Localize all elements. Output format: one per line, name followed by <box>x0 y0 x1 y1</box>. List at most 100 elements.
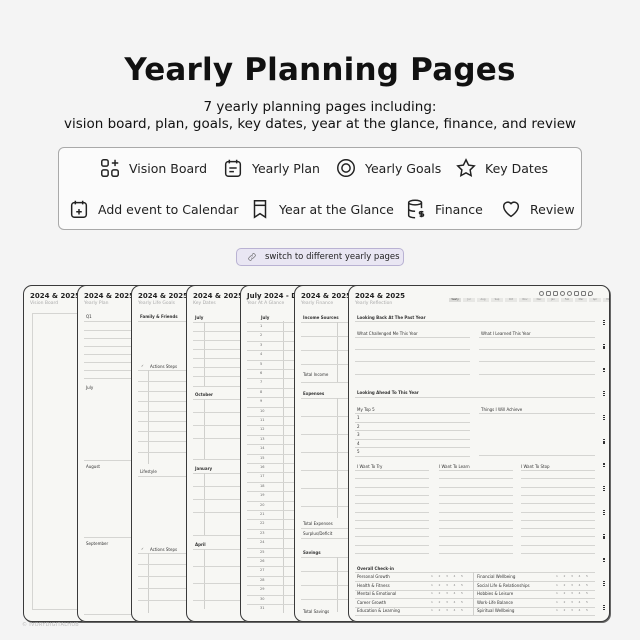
checkin-category: Mental & Emotional <box>357 591 397 596</box>
section-label: July <box>86 385 94 390</box>
tab-yearly[interactable]: Yearly <box>449 298 461 302</box>
divider <box>148 553 149 613</box>
top5-label: My Top 5 <box>357 407 375 412</box>
side-tab-marker[interactable] <box>603 462 606 468</box>
writing-line <box>521 519 595 521</box>
divider <box>301 350 351 351</box>
divider <box>138 588 188 589</box>
rating-option: 1 <box>431 608 433 612</box>
writing-line <box>355 503 429 505</box>
divider <box>138 431 188 432</box>
divider <box>193 386 243 387</box>
feature-label: Year at the Glance <box>279 201 394 217</box>
divider <box>301 416 351 417</box>
rating-option: 2 <box>438 582 441 587</box>
rating-option: 3 <box>571 608 573 612</box>
rating-option: 2 <box>563 582 566 587</box>
divider <box>301 557 351 558</box>
rating-option: 5 <box>461 608 463 612</box>
side-tab-marker[interactable] <box>603 533 606 539</box>
day-divider <box>247 547 297 549</box>
clock-icon[interactable] <box>567 291 572 296</box>
tab-apr[interactable]: Apr <box>589 298 601 302</box>
settings-icon[interactable] <box>553 291 558 296</box>
rating-option: 1 <box>556 574 558 578</box>
rating-option: 5 <box>586 599 588 604</box>
tab-nov[interactable]: Nov <box>519 298 531 302</box>
writing-line <box>521 494 595 496</box>
tab-feb[interactable]: Feb <box>561 298 573 302</box>
tab-jan[interactable]: Jan <box>547 298 559 302</box>
heart-icon[interactable] <box>588 291 593 296</box>
rating-option: 3 <box>446 608 448 612</box>
writing-line <box>355 349 470 350</box>
search-icon[interactable] <box>539 291 544 296</box>
tab-oct[interactable]: Oct <box>505 298 517 302</box>
side-tab-marker[interactable] <box>603 320 606 325</box>
surplus-label: Surplus/Deficit <box>303 531 333 536</box>
section-label: January <box>195 466 213 471</box>
divider <box>337 322 338 382</box>
day-number: 13 <box>260 436 265 441</box>
side-tab-marker[interactable] <box>603 415 606 420</box>
day-divider <box>247 453 297 455</box>
finance-icon[interactable] <box>581 291 586 296</box>
tab-sep[interactable]: Sep <box>491 298 503 302</box>
section-label: Q1 <box>86 314 92 319</box>
side-tab-marker[interactable] <box>603 510 606 515</box>
side-tab-marker[interactable] <box>603 367 606 373</box>
rating-option: 1 <box>556 608 558 612</box>
divider <box>138 553 188 554</box>
day-number: 19 <box>260 493 265 498</box>
side-tab-marker[interactable] <box>603 391 606 396</box>
note-icon[interactable] <box>574 291 579 296</box>
writing-line <box>355 337 470 338</box>
checkin-category: Hobbies & Leisure <box>477 591 514 596</box>
divider <box>355 572 595 573</box>
tab-dec[interactable]: Dec <box>533 298 545 302</box>
writing-line <box>521 511 595 513</box>
writing-line <box>439 478 513 480</box>
divider <box>84 346 134 347</box>
feature-label: Add event to Calendar <box>98 201 239 217</box>
tab-mar[interactable]: Mar <box>575 298 587 302</box>
subtitle-line-2: vision board, plan, goals, key dates, ye… <box>63 116 577 132</box>
calendar-icon[interactable] <box>546 291 551 296</box>
day-number: 17 <box>260 474 265 479</box>
divider <box>193 459 243 460</box>
divider <box>138 370 188 371</box>
divider <box>301 506 351 507</box>
rating-option: 1 <box>431 599 433 604</box>
side-tab-marker[interactable] <box>603 486 606 491</box>
tab-may[interactable]: May <box>603 298 609 302</box>
side-tab-marker[interactable] <box>603 605 606 610</box>
header-icons <box>539 291 593 296</box>
side-tab-marker[interactable] <box>603 343 606 349</box>
day-number: 4 <box>260 352 263 357</box>
total-income-label: Total Income <box>303 372 329 377</box>
side-tab-marker[interactable] <box>603 438 606 444</box>
writing-line <box>439 486 513 488</box>
switch-pages-button[interactable]: switch to different yearly pages <box>236 248 404 266</box>
side-tab-marker[interactable] <box>603 557 606 563</box>
tab-jul[interactable]: Jul <box>463 298 475 302</box>
page-yearly-reflection[interactable]: 2024 & 2025 Yearly Reflection Yearly Jul A… <box>348 285 610 622</box>
divider <box>138 452 188 453</box>
achieve-label: Things I Will Achieve <box>481 407 523 412</box>
target-icon[interactable] <box>560 291 565 296</box>
side-tab-marker[interactable] <box>603 581 606 586</box>
divider <box>84 537 134 538</box>
tab-aug[interactable]: Aug <box>477 298 489 302</box>
checkin-category: Health & Fitness <box>357 582 390 588</box>
rating-option: 4 <box>453 582 456 587</box>
section-label: Actions Steps <box>150 547 178 552</box>
rating-option: 2 <box>563 574 566 578</box>
day-number: 8 <box>260 389 263 394</box>
divider <box>355 413 470 414</box>
day-divider <box>247 472 297 474</box>
feature-add-event: Add event to Calendar <box>68 198 238 220</box>
writing-line <box>355 528 429 530</box>
page-subtitle: Key Dates <box>193 301 216 306</box>
switch-pages-label: switch to different yearly pages <box>265 252 400 262</box>
rating-option: 1 <box>431 574 433 578</box>
